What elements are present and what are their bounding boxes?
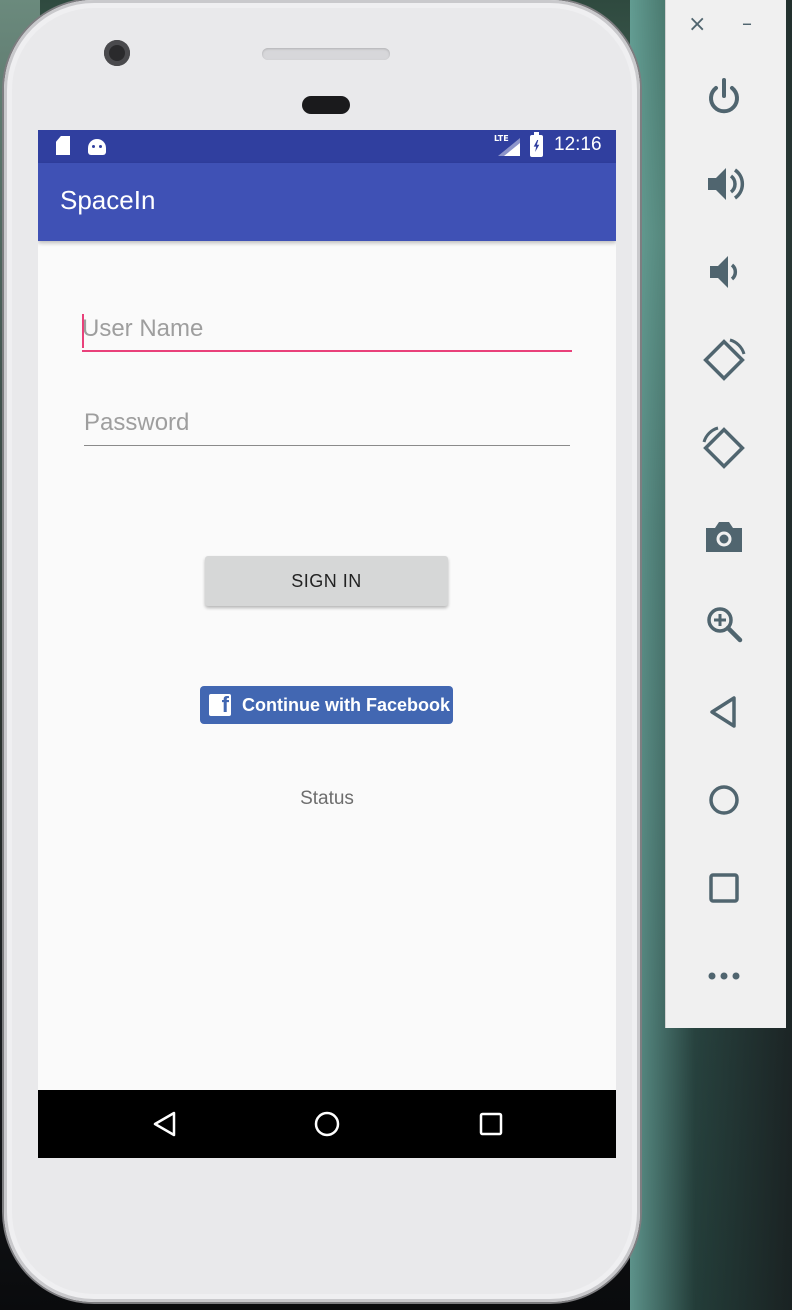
username-input[interactable] [82, 312, 572, 346]
emulator-toolbar: × – [665, 0, 786, 1028]
more-icon[interactable] [700, 952, 748, 1000]
volume-up-icon[interactable] [700, 160, 748, 208]
rotate-left-icon[interactable] [700, 336, 748, 384]
minimize-icon[interactable]: – [742, 13, 752, 33]
username-field[interactable] [82, 312, 572, 352]
facebook-button-label: Continue with Facebook [242, 695, 451, 715]
username-underline [82, 350, 572, 352]
password-input[interactable] [84, 406, 570, 440]
navigation-bar [38, 1090, 616, 1158]
phone-screen: LTE 12:16 SpaceIn SIGN IN f Continue wit… [38, 130, 616, 1158]
rotate-right-icon[interactable] [700, 424, 748, 472]
earpiece-speaker [262, 48, 390, 60]
back-icon[interactable] [700, 688, 748, 736]
nav-overview-icon[interactable] [476, 1110, 506, 1138]
password-field[interactable] [84, 406, 570, 446]
status-bar: LTE 12:16 [38, 130, 616, 163]
facebook-logo-icon: f [209, 692, 231, 717]
status-clock: 12:16 [554, 134, 602, 155]
status-text: Status [300, 788, 354, 809]
signal-icon: LTE [494, 134, 520, 156]
battery-charging-icon [530, 132, 543, 157]
nav-home-icon[interactable] [312, 1110, 342, 1138]
nav-back-icon[interactable] [150, 1110, 180, 1138]
password-underline [84, 445, 570, 446]
android-debug-icon [88, 139, 106, 155]
app-bar: SpaceIn [38, 163, 616, 241]
front-camera [104, 40, 130, 66]
volume-down-icon[interactable] [700, 248, 748, 296]
sign-in-button[interactable]: SIGN IN [205, 556, 448, 606]
facebook-login-button[interactable]: f Continue with Facebook [200, 686, 453, 724]
camera-icon[interactable] [700, 512, 748, 560]
text-cursor [82, 314, 84, 348]
phone-frame: LTE 12:16 SpaceIn SIGN IN f Continue wit… [4, 0, 640, 1302]
network-type-label: LTE [494, 134, 509, 143]
zoom-icon[interactable] [700, 600, 748, 648]
power-icon[interactable] [700, 72, 748, 120]
sd-card-icon [56, 136, 70, 155]
app-title: SpaceIn [60, 185, 156, 215]
overview-icon[interactable] [700, 864, 748, 912]
close-icon[interactable]: × [688, 14, 706, 36]
proximity-sensor [302, 96, 350, 114]
home-icon[interactable] [700, 776, 748, 824]
